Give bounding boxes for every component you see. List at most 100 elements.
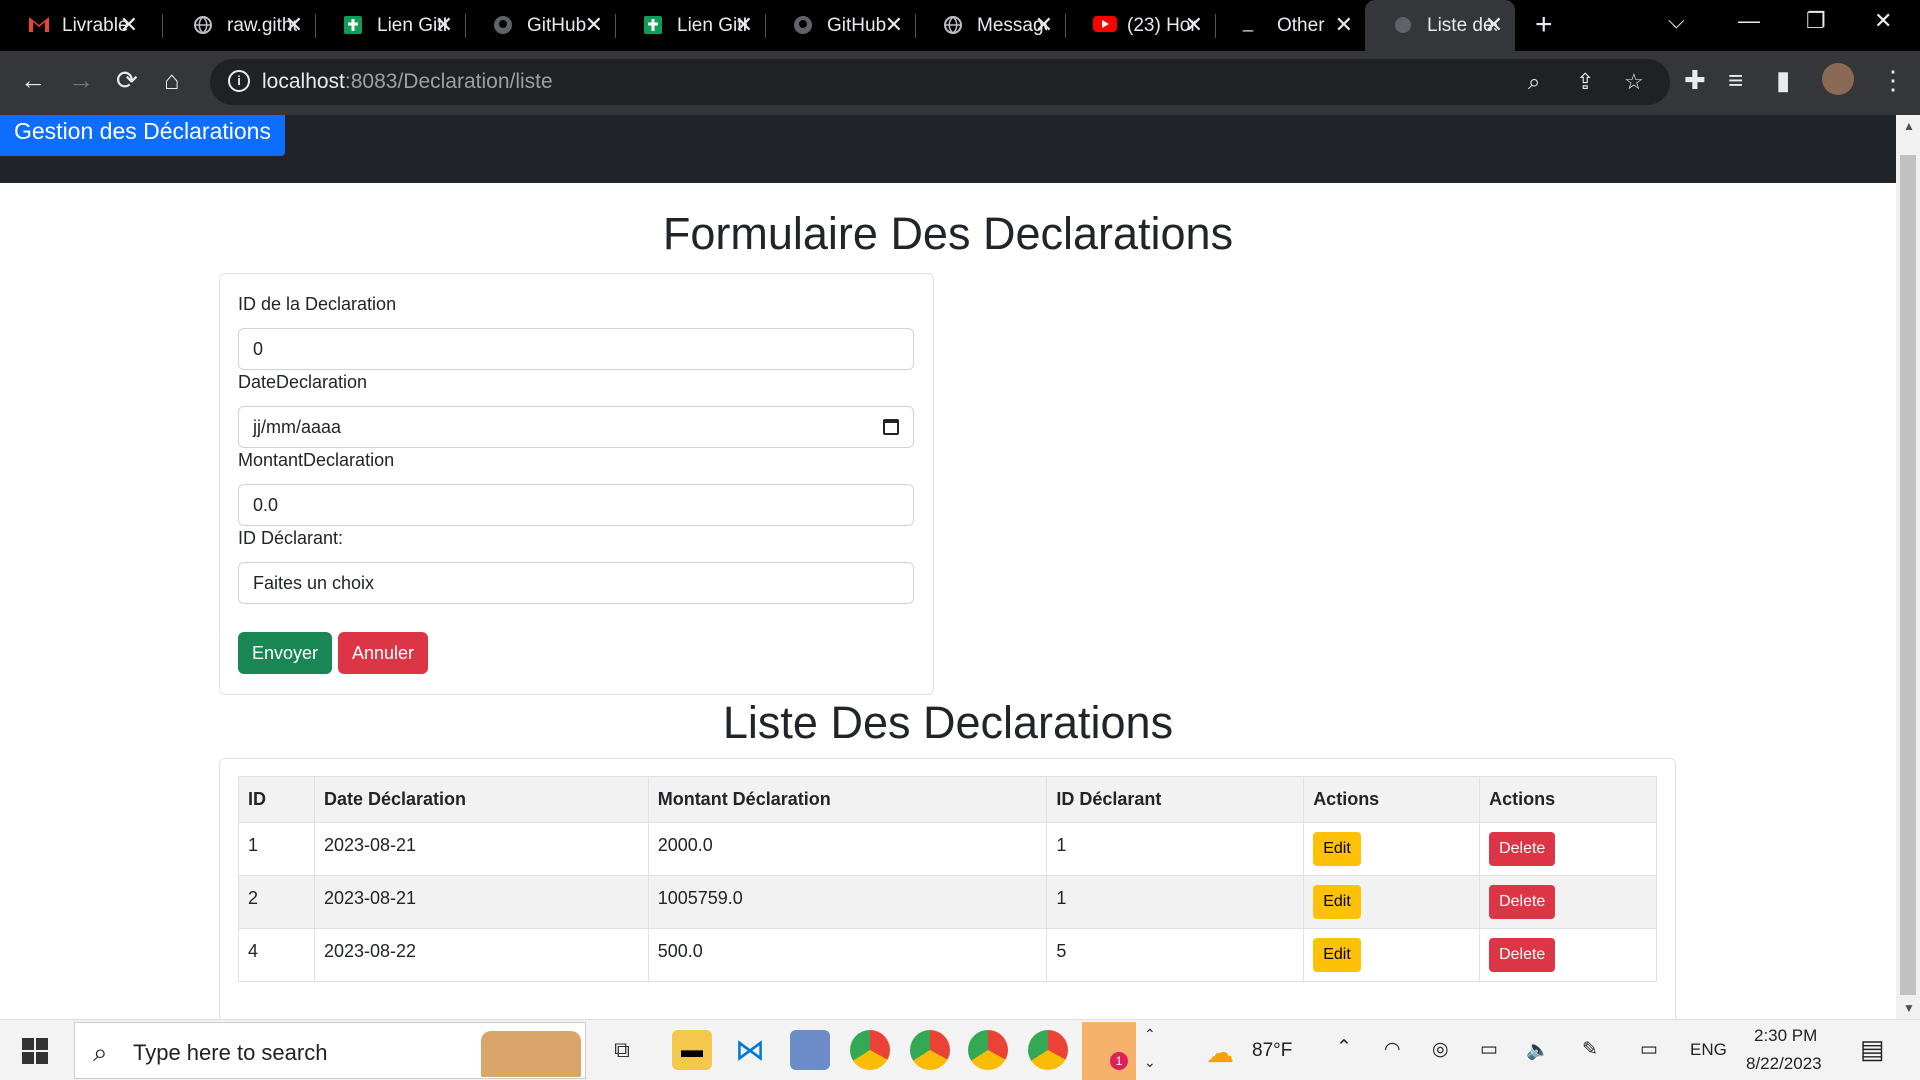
cell-montant: 500.0 xyxy=(647,928,1048,982)
chrome-icon[interactable] xyxy=(850,1030,890,1070)
zoom-icon[interactable]: ⌕ xyxy=(1528,69,1540,95)
delete-button[interactable]: Delete xyxy=(1489,885,1556,919)
edit-button[interactable]: Edit xyxy=(1313,938,1361,972)
close-icon[interactable]: ✕ xyxy=(1035,12,1053,38)
close-icon[interactable]: ✕ xyxy=(885,12,903,38)
chrome-icon[interactable] xyxy=(1028,1030,1068,1070)
windows-start-icon[interactable] xyxy=(22,1038,48,1064)
forward-icon[interactable]: → xyxy=(68,65,94,96)
avatar[interactable] xyxy=(1822,63,1854,95)
browser-tab[interactable]: _ Other ✕ xyxy=(1215,0,1365,51)
cell-id: 4 xyxy=(238,928,315,982)
id-input[interactable]: 0 xyxy=(238,328,914,370)
browser-tab-active[interactable]: Liste des ✕ xyxy=(1365,0,1515,51)
close-icon[interactable]: ✕ xyxy=(1485,12,1503,38)
notifications-icon[interactable]: ▤ xyxy=(1860,1034,1885,1065)
task-view-icon[interactable]: ⧉ xyxy=(602,1030,642,1070)
show-hidden-icons-icon[interactable]: ⌃ xyxy=(1336,1036,1352,1059)
browser-toolbar: ← → ⟳ ⌂ i localhost:8083/Declaration/lis… xyxy=(0,51,1920,115)
search-placeholder: Type here to search xyxy=(133,1040,328,1065)
info-icon[interactable]: i xyxy=(228,70,250,92)
back-icon[interactable]: ← xyxy=(20,65,46,96)
cancel-button[interactable]: Annuler xyxy=(338,632,429,674)
navbar-brand[interactable]: Gestion des Déclarations xyxy=(0,115,285,156)
vscode-icon[interactable]: ⋈ xyxy=(730,1030,770,1070)
close-icon[interactable]: ✕ xyxy=(120,12,138,38)
cell-delete: Delete xyxy=(1479,822,1657,876)
date-input[interactable]: jj/mm/aaaa xyxy=(238,406,914,448)
delete-button[interactable]: Delete xyxy=(1489,832,1556,866)
file-explorer-icon[interactable]: ▬ xyxy=(672,1030,712,1070)
cell-edit: Edit xyxy=(1303,875,1481,929)
header-date: Date Déclaration xyxy=(313,776,649,823)
share-icon[interactable]: ⇪ xyxy=(1576,69,1594,95)
slack-icon[interactable]: 1 xyxy=(1082,1022,1136,1080)
language-indicator[interactable]: ENG xyxy=(1690,1040,1727,1060)
chevron-down-icon[interactable]: ⌵ xyxy=(1668,8,1685,34)
url-text: localhost:8083/Declaration/liste xyxy=(262,70,553,93)
close-icon[interactable]: ✕ xyxy=(1185,12,1203,38)
battery-icon[interactable]: ▭ xyxy=(1480,1038,1498,1061)
close-icon[interactable]: ✕ xyxy=(735,12,753,38)
browser-tab[interactable]: GitHub ✕ xyxy=(465,0,615,51)
close-icon[interactable]: ✕ xyxy=(1335,12,1353,38)
bookmark-star-icon[interactable]: ☆ xyxy=(1624,69,1644,95)
search-highlight-image xyxy=(481,1031,581,1077)
wifi-icon[interactable]: ◠ xyxy=(1384,1038,1401,1061)
cell-montant: 1005759.0 xyxy=(647,875,1048,929)
header-id: ID xyxy=(238,776,315,823)
pen-icon[interactable]: ✎ xyxy=(1582,1038,1598,1061)
edit-button[interactable]: Edit xyxy=(1313,832,1361,866)
browser-tab[interactable]: (23) Home ✕ xyxy=(1065,0,1215,51)
volume-icon[interactable]: 🔈 xyxy=(1526,1038,1550,1062)
scroll-up-icon[interactable]: ▲ xyxy=(1903,119,1915,133)
window-close-icon[interactable]: ✕ xyxy=(1874,8,1892,34)
browser-tab[interactable]: Lien GitHub ✕ xyxy=(315,0,465,51)
chevron-down-icon[interactable]: ⌄ xyxy=(1144,1054,1156,1071)
media-icon[interactable]: ≡ xyxy=(1728,65,1743,96)
page-scrollbar[interactable]: ▲ ▼ xyxy=(1896,115,1920,1019)
delete-button[interactable]: Delete xyxy=(1489,938,1556,972)
reload-icon[interactable]: ⟳ xyxy=(116,65,138,96)
close-icon[interactable]: ✕ xyxy=(285,12,303,38)
id-label: ID de la Declaration xyxy=(238,294,397,314)
browser-tab[interactable]: GitHub ✕ xyxy=(765,0,915,51)
chrome-icon[interactable] xyxy=(910,1030,950,1070)
clock-date[interactable]: 8/22/2023 xyxy=(1746,1054,1822,1074)
side-panel-icon[interactable]: ▮ xyxy=(1776,65,1790,96)
address-bar[interactable]: i localhost:8083/Declaration/liste ⌕ ⇪ ☆ xyxy=(210,59,1670,105)
clock-time[interactable]: 2:30 PM xyxy=(1754,1026,1817,1046)
browser-tab[interactable]: Lien GitHub ✕ xyxy=(615,0,765,51)
edit-button[interactable]: Edit xyxy=(1313,885,1361,919)
scroll-down-icon[interactable]: ▼ xyxy=(1903,1001,1915,1015)
page-content: Gestion des Déclarations Formulaire Des … xyxy=(0,115,1896,1019)
chevron-up-icon[interactable]: ⌃ xyxy=(1144,1026,1156,1043)
close-icon[interactable]: ✕ xyxy=(435,12,453,38)
network-app-icon[interactable] xyxy=(790,1030,830,1070)
declarant-select[interactable]: Faites un choix xyxy=(238,562,914,604)
submit-button[interactable]: Envoyer xyxy=(238,632,333,674)
browser-tab[interactable]: raw.githubusercontent ✕ xyxy=(165,0,315,51)
menu-kebab-icon[interactable]: ⋮ xyxy=(1880,65,1906,96)
browser-tab[interactable]: Livrable ✕ xyxy=(0,0,150,51)
calendar-icon[interactable] xyxy=(883,419,899,435)
taskbar-search[interactable]: ⌕ Type here to search xyxy=(74,1022,586,1079)
keyboard-icon[interactable]: ▭ xyxy=(1640,1038,1658,1061)
gmail-icon xyxy=(28,15,49,35)
scroll-thumb[interactable] xyxy=(1900,155,1916,995)
meet-icon[interactable]: ◎ xyxy=(1432,1038,1449,1061)
cell-date: 2023-08-21 xyxy=(313,875,649,929)
chrome-icon[interactable] xyxy=(968,1030,1008,1070)
new-tab-icon[interactable]: + xyxy=(1535,8,1553,42)
close-icon[interactable]: ✕ xyxy=(585,12,603,38)
extensions-icon[interactable]: ✚ xyxy=(1684,65,1706,96)
sheets-icon xyxy=(643,15,663,35)
minimize-icon[interactable]: — xyxy=(1738,8,1760,34)
restore-icon[interactable]: ❐ xyxy=(1806,8,1826,34)
weather-icon[interactable]: ☁ xyxy=(1206,1036,1234,1069)
browser-tab[interactable]: Messages ✕ xyxy=(915,0,1065,51)
table-row: 2 2023-08-21 1005759.0 1 Edit Delete xyxy=(238,875,1657,929)
montant-input[interactable]: 0.0 xyxy=(238,484,914,526)
home-icon[interactable]: ⌂ xyxy=(164,65,180,96)
weather-temp[interactable]: 87°F xyxy=(1252,1040,1292,1062)
